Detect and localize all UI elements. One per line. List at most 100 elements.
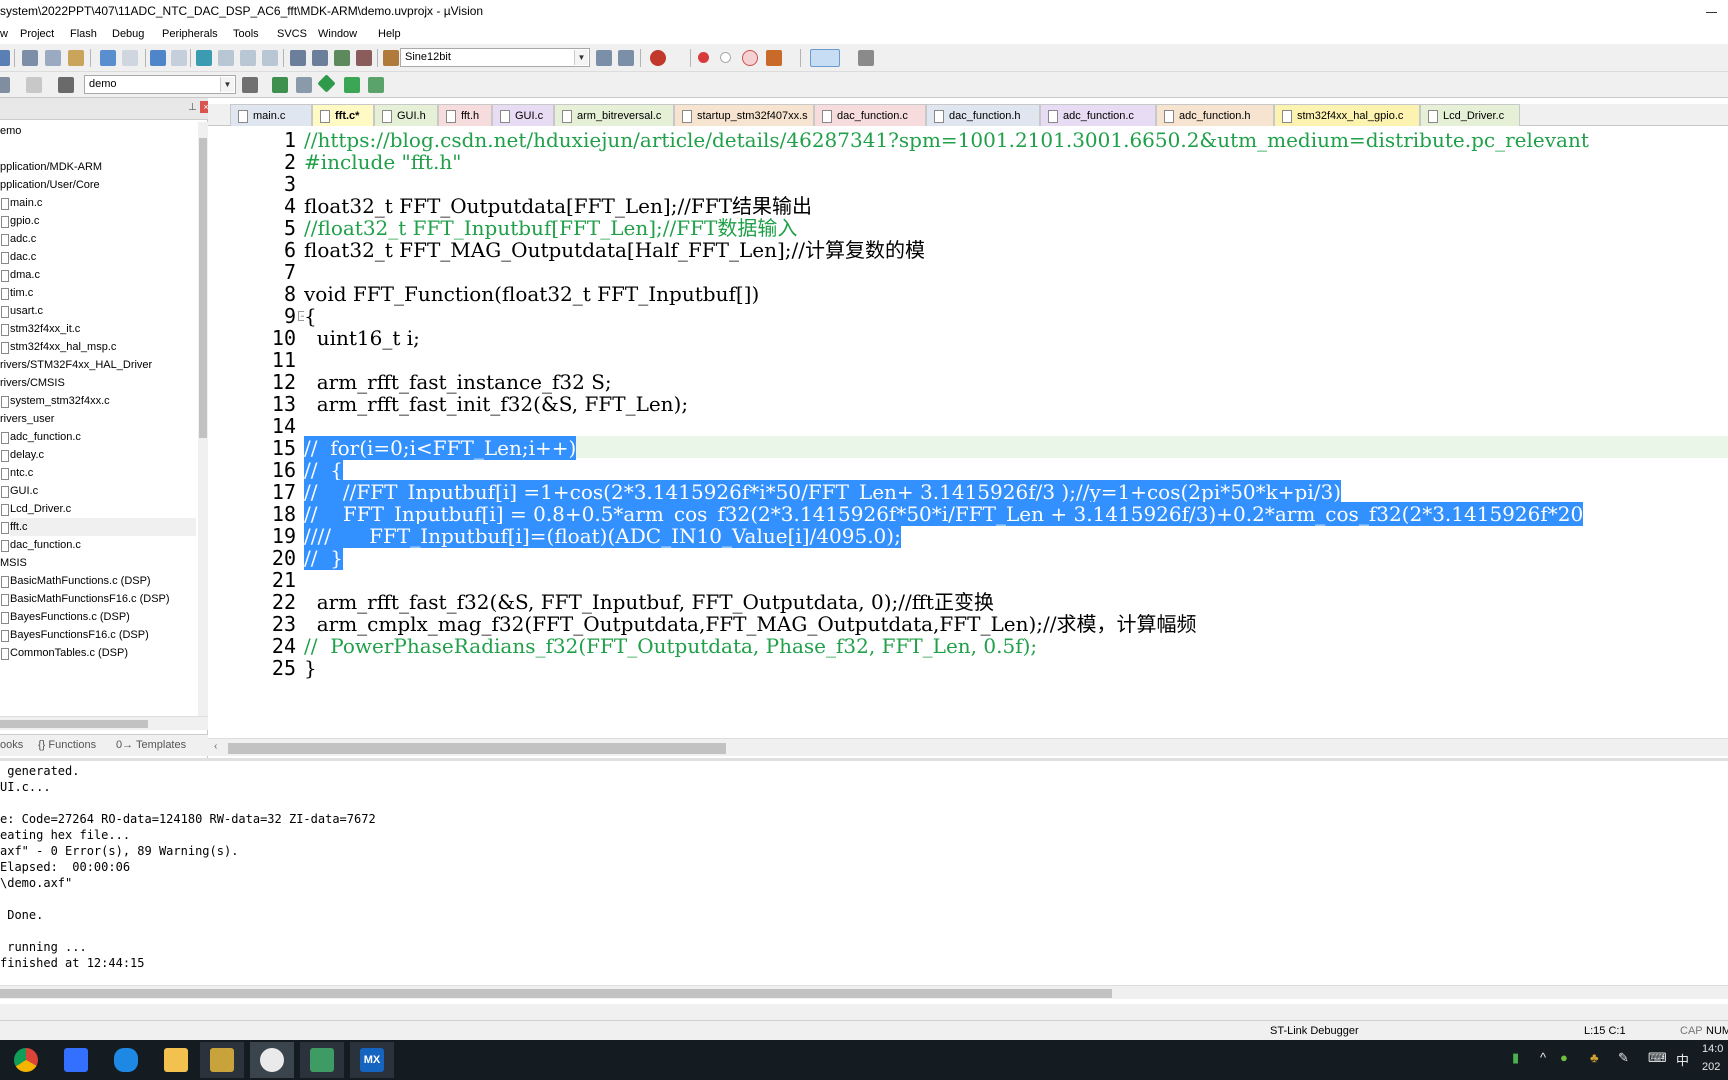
download-icon[interactable]	[26, 77, 42, 93]
code-line-selected[interactable]: // //FFT_Inputbuf[i] =1+cos(2*3.1415926f…	[304, 480, 1342, 504]
explorer-app[interactable]	[154, 1042, 198, 1078]
keyboard-icon[interactable]: ⌨	[1648, 1050, 1667, 1066]
menu-tools[interactable]: Tools	[233, 28, 259, 40]
scroll-thumb[interactable]	[0, 720, 148, 728]
bookmark-icon[interactable]	[196, 50, 212, 66]
clock-date[interactable]: 202	[1702, 1061, 1720, 1073]
tab-arm-bitreversal-c[interactable]: arm_bitreversal.c	[554, 104, 674, 126]
battery-icon[interactable]: ▮	[1512, 1050, 1519, 1066]
wrench-icon[interactable]	[858, 50, 874, 66]
tree-file[interactable]: GUI.c	[0, 482, 38, 500]
code-line[interactable]: // PowerPhaseRadians_f32(FFT_Outputdata,…	[304, 634, 1037, 658]
tab-lcd-driver-c[interactable]: Lcd_Driver.c	[1420, 104, 1520, 126]
code-line[interactable]: void FFT_Function(float32_t FFT_Inputbuf…	[304, 282, 759, 306]
vscode-app[interactable]	[300, 1042, 344, 1078]
output-horizontal-scrollbar[interactable]	[0, 985, 1728, 999]
menu-window[interactable]: Window	[318, 28, 357, 40]
tab-main-c[interactable]: main.c	[230, 104, 312, 126]
code-line-selected[interactable]: // for(i=0;i<FFT_Len;i++)	[304, 436, 577, 460]
code-line[interactable]: #include "fft.h"	[304, 150, 461, 174]
tab-dac-function-h[interactable]: dac_function.h	[926, 104, 1040, 126]
window-layout-icon[interactable]	[810, 49, 840, 67]
target-options-icon[interactable]	[242, 77, 258, 93]
code-line[interactable]: //https://blog.csdn.net/hduxiejun/articl…	[304, 128, 1589, 152]
code-line[interactable]: }	[304, 656, 317, 680]
menu-debug[interactable]: Debug	[112, 28, 144, 40]
tree-file[interactable]: main.c	[0, 194, 42, 212]
scroll-thumb[interactable]	[199, 138, 207, 438]
tab-adc-function-c[interactable]: adc_function.c	[1040, 104, 1156, 126]
code-line[interactable]: float32_t FFT_Outputdata[FFT_Len];//FFT结…	[304, 194, 812, 218]
find-combo[interactable]: Sine12bit ▼	[400, 48, 590, 67]
tray-expand-icon[interactable]: ^	[1540, 1050, 1546, 1065]
ime-indicator[interactable]: 中	[1676, 1050, 1689, 1069]
tab-functions[interactable]: {} Functions	[38, 739, 96, 751]
tree-group[interactable]: pplication/User/Core	[0, 176, 100, 194]
powerpoint-app[interactable]	[200, 1042, 244, 1078]
code-line-selected[interactable]: // }	[304, 546, 343, 570]
tab-gui-h[interactable]: GUI.h	[374, 104, 438, 126]
tree-file[interactable]: dac_function.c	[1, 536, 81, 554]
tab-adc-function-h[interactable]: adc_function.h	[1156, 104, 1274, 126]
tab-startup-s[interactable]: startup_stm32f407xx.s	[674, 104, 814, 126]
prev-bookmark-icon[interactable]	[218, 50, 234, 66]
code-line[interactable]: {	[304, 304, 317, 328]
tree-file[interactable]: tim.c	[0, 284, 33, 302]
tree-file[interactable]: CommonTables.c (DSP)	[1, 644, 128, 662]
code-line-selected[interactable]: //// FFT_Inputbuf[i]=(float)(ADC_IN10_Va…	[304, 524, 901, 548]
manage-rte-icon[interactable]	[344, 77, 360, 93]
select-packs-icon[interactable]	[296, 77, 312, 93]
tab-dac-function-c[interactable]: dac_function.c	[814, 104, 926, 126]
save-all-icon[interactable]	[0, 50, 10, 66]
menu-view[interactable]: w	[0, 28, 8, 40]
tree-file[interactable]: dac.c	[0, 248, 36, 266]
comment-icon[interactable]	[334, 50, 350, 66]
tree-file-selected[interactable]: fft.c	[1, 518, 196, 536]
tree-file[interactable]: adc.c	[0, 230, 36, 248]
pin-icon[interactable]: ⊥	[188, 102, 197, 113]
tab-stm32f4xx-hal-gpio-c[interactable]: stm32f4xx_hal_gpio.c	[1274, 104, 1420, 126]
chrome-app[interactable]	[4, 1042, 48, 1078]
project-horizontal-scrollbar[interactable]	[0, 716, 208, 730]
tree-group[interactable]: emo	[0, 122, 21, 140]
chevron-down-icon[interactable]: ▼	[574, 50, 588, 65]
pack-installer-icon[interactable]	[317, 74, 336, 93]
tab-books[interactable]: ooks	[0, 739, 23, 751]
tree-group[interactable]: rivers/CMSIS	[0, 374, 65, 392]
code-text-area[interactable]: //https://blog.csdn.net/hduxiejun/articl…	[304, 128, 1728, 738]
tree-file[interactable]: adc_function.c	[1, 428, 81, 446]
feishu-app[interactable]	[54, 1042, 98, 1078]
breakpoint-icon[interactable]	[698, 52, 709, 63]
tree-file[interactable]: system_stm32f4xx.c	[1, 392, 110, 410]
tree-file[interactable]: gpio.c	[0, 212, 39, 230]
minimize-button[interactable]	[1702, 2, 1722, 22]
code-line-selected[interactable]: // {	[304, 458, 343, 482]
disable-breakpoint-icon[interactable]	[720, 52, 731, 63]
scroll-left-icon[interactable]: ‹	[214, 741, 217, 752]
redo-icon[interactable]	[122, 50, 138, 66]
onedrive-app[interactable]	[104, 1042, 148, 1078]
next-bookmark-icon[interactable]	[240, 50, 256, 66]
editor-horizontal-scrollbar[interactable]: ‹	[208, 738, 1728, 756]
tree-file[interactable]: BayesFunctions.c (DSP)	[1, 608, 130, 626]
build-options-icon[interactable]	[0, 77, 10, 93]
cut-icon[interactable]	[22, 50, 38, 66]
kill-breakpoints-icon[interactable]	[766, 50, 782, 66]
target-combo[interactable]: demo ▼	[84, 75, 236, 94]
menu-flash[interactable]: Flash	[70, 28, 97, 40]
navigate-back-icon[interactable]	[150, 50, 166, 66]
code-line[interactable]: arm_rfft_fast_init_f32(&S, FFT_Len);	[304, 392, 688, 416]
code-line[interactable]: uint16_t i;	[304, 326, 420, 350]
tree-file[interactable]: BasicMathFunctionsF16.c (DSP)	[1, 590, 170, 608]
wechat-tray-icon[interactable]: ●	[1560, 1050, 1568, 1065]
tab-fft-h[interactable]: fft.h	[438, 104, 492, 126]
tree-group[interactable]: MSIS	[0, 554, 27, 572]
code-line[interactable]: arm_rfft_fast_instance_f32 S;	[304, 370, 612, 394]
tree-file[interactable]: BayesFunctionsF16.c (DSP)	[1, 626, 149, 644]
project-vertical-scrollbar[interactable]	[198, 122, 208, 722]
indent-icon[interactable]	[290, 50, 306, 66]
uncomment-icon[interactable]	[356, 50, 372, 66]
menu-project[interactable]: Project	[20, 28, 54, 40]
tree-file[interactable]: stm32f4xx_hal_msp.c	[0, 338, 116, 356]
find-in-files-icon[interactable]	[383, 50, 399, 66]
